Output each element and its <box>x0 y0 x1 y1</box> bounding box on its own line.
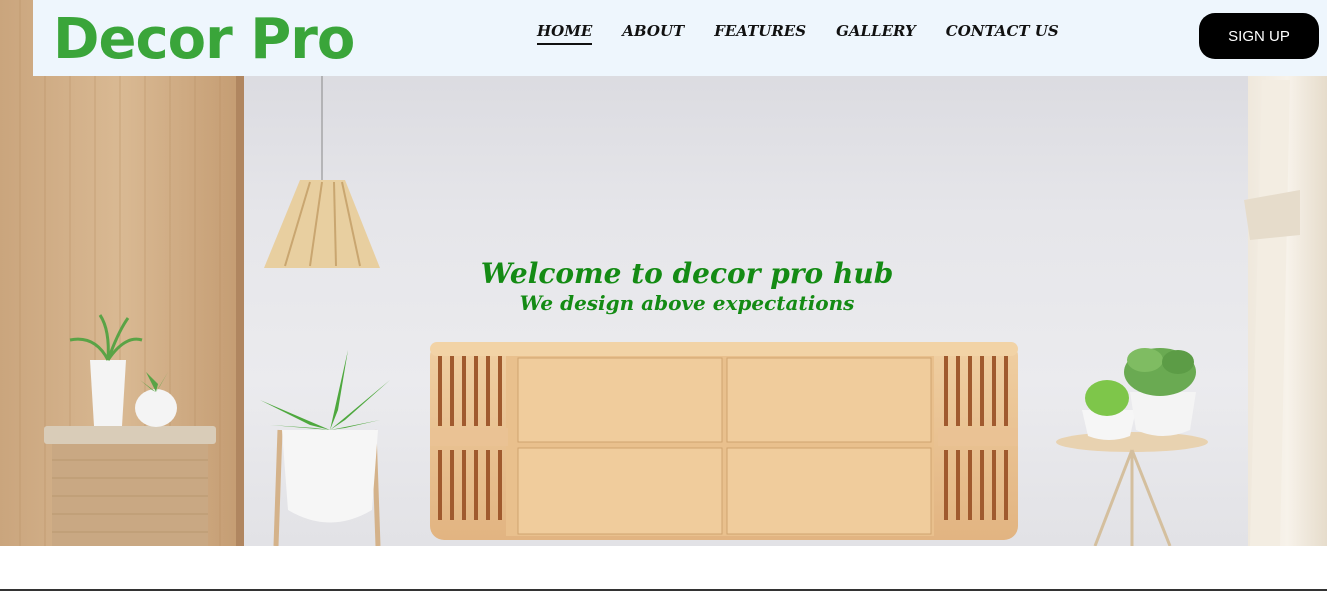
section-divider <box>0 589 1327 591</box>
nav-item-home[interactable]: HOME <box>537 22 593 45</box>
hero-section: Welcome to decor pro hub We design above… <box>0 0 1327 546</box>
nav-item-about[interactable]: ABOUT <box>622 22 684 45</box>
nav-item-gallery[interactable]: GALLERY <box>836 22 916 45</box>
sign-up-button[interactable]: SIGN UP <box>1199 13 1319 59</box>
main-nav: HOME ABOUT FEATURES GALLERY CONTACT US <box>537 22 1089 45</box>
hero-title: Welcome to decor pro hub <box>480 257 894 290</box>
brand-logo[interactable]: Decor Pro <box>53 4 355 76</box>
hero-subtitle: We design above expectations <box>519 291 855 315</box>
hero-text-block: Welcome to decor pro hub We design above… <box>0 256 1327 314</box>
nav-item-contact-us[interactable]: CONTACT US <box>946 22 1059 45</box>
nav-item-features[interactable]: FEATURES <box>714 22 806 45</box>
site-header: Decor Pro HOME ABOUT FEATURES GALLERY CO… <box>33 0 1327 76</box>
